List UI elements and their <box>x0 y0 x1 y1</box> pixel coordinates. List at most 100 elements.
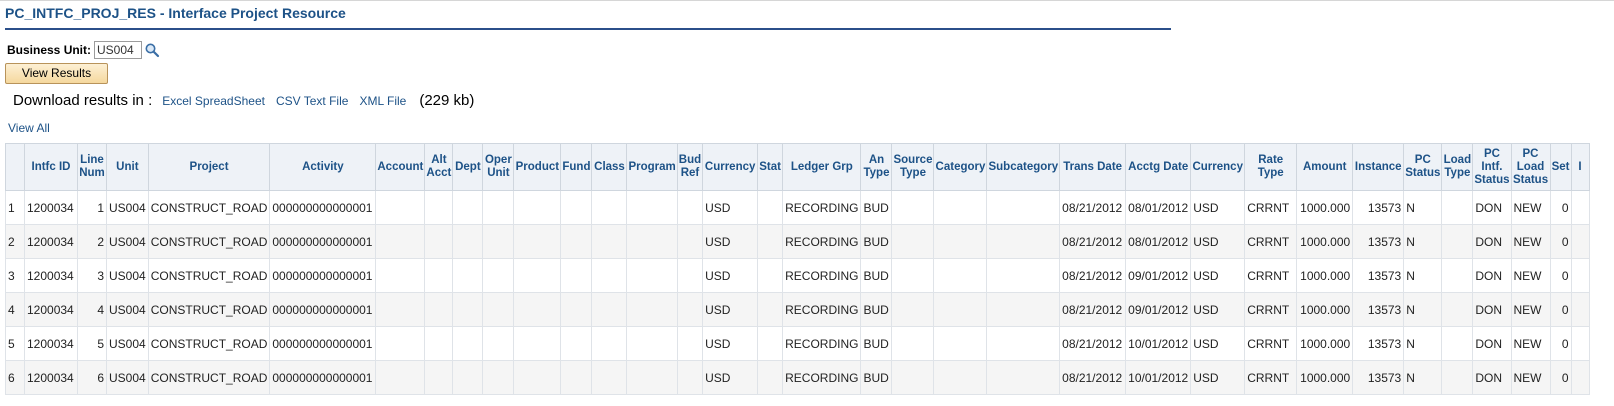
table-cell <box>452 190 484 225</box>
column-header: PC Status <box>1403 143 1443 191</box>
table-cell <box>482 360 515 395</box>
lookup-search-icon[interactable] <box>144 42 160 58</box>
table-cell: 1000.000 <box>1296 190 1354 225</box>
table-cell: 000000000000001 <box>269 292 377 327</box>
business-unit-input[interactable] <box>94 41 143 59</box>
table-cell: 1000.000 <box>1296 360 1354 395</box>
table-cell: 4 <box>77 292 107 327</box>
table-cell: 0 <box>1549 224 1572 259</box>
excel-download-link[interactable]: Excel SpreadSheet <box>162 94 265 108</box>
table-cell: N <box>1403 292 1443 327</box>
table-cell: 13573 <box>1352 190 1405 225</box>
table-cell <box>1441 360 1474 395</box>
table-cell <box>513 326 562 361</box>
column-header: Dept <box>452 143 484 191</box>
table-cell: 10/01/2012 <box>1125 360 1192 395</box>
table-cell: USD <box>702 258 759 293</box>
table-cell: 1 <box>5 190 25 225</box>
view-all-link[interactable]: View All <box>8 121 50 135</box>
table-cell: BUD <box>860 292 893 327</box>
table-cell: 13573 <box>1352 292 1405 327</box>
table-cell: 6 <box>5 360 25 395</box>
table-cell <box>560 360 593 395</box>
table-cell: CRRNT <box>1244 326 1298 361</box>
table-cell: USD <box>702 190 759 225</box>
column-header: PC Load Status <box>1510 143 1551 191</box>
table-cell: USD <box>702 326 759 361</box>
table-cell: 0 <box>1549 326 1572 361</box>
table-cell: CONSTRUCT_ROAD <box>147 190 271 225</box>
table-cell: 09/01/2012 <box>1125 258 1192 293</box>
table-cell: 10/01/2012 <box>1125 326 1192 361</box>
table-cell <box>424 224 454 259</box>
table-cell: BUD <box>860 224 893 259</box>
table-cell: 000000000000001 <box>269 224 377 259</box>
table-cell: DON <box>1472 224 1512 259</box>
column-header: Account <box>375 143 426 191</box>
table-cell <box>676 224 704 259</box>
table-cell: USD <box>1190 258 1246 293</box>
column-header: Class <box>591 143 628 191</box>
table-cell <box>560 326 593 361</box>
table-cell: 1200034 <box>24 258 78 293</box>
table-cell: 4 <box>5 292 25 327</box>
table-cell <box>891 326 935 361</box>
table-cell <box>676 360 704 395</box>
table-cell <box>626 360 678 395</box>
table-cell <box>676 326 704 361</box>
table-cell: NEW <box>1510 292 1551 327</box>
table-cell: N <box>1403 224 1443 259</box>
table-cell <box>1441 326 1474 361</box>
table-cell <box>560 292 593 327</box>
table-cell: 1200034 <box>24 190 78 225</box>
table-cell: USD <box>702 224 759 259</box>
table-cell <box>676 258 704 293</box>
table-cell: CRRNT <box>1244 258 1298 293</box>
table-cell <box>986 190 1061 225</box>
table-cell: CONSTRUCT_ROAD <box>147 326 271 361</box>
table-cell <box>1570 360 1590 395</box>
table-cell: 08/21/2012 <box>1059 190 1127 225</box>
table-cell: 08/21/2012 <box>1059 224 1127 259</box>
table-cell: 3 <box>5 258 25 293</box>
table-cell: CRRNT <box>1244 360 1298 395</box>
view-results-button[interactable]: View Results <box>5 63 108 84</box>
table-row: 5 1200034 5 US004 CONSTRUCT_ROAD 000000000000… <box>5 326 1590 361</box>
csv-download-link[interactable]: CSV Text File <box>276 94 348 108</box>
table-cell <box>891 292 935 327</box>
table-cell: 13573 <box>1352 326 1405 361</box>
column-header: Unit <box>106 143 149 191</box>
column-header: Acctg Date <box>1125 143 1192 191</box>
table-cell: 13573 <box>1352 360 1405 395</box>
table-cell: CRRNT <box>1244 190 1298 225</box>
table-cell <box>1441 190 1474 225</box>
column-header: Subcategory <box>986 143 1061 191</box>
table-row: 1 1200034 1 US004 CONSTRUCT_ROAD 000000000000… <box>5 190 1590 225</box>
table-cell: 08/01/2012 <box>1125 224 1192 259</box>
table-cell: 0 <box>1549 190 1572 225</box>
column-header: Source Type <box>891 143 935 191</box>
table-cell: BUD <box>860 360 893 395</box>
column-header: Oper Unit <box>482 143 515 191</box>
table-cell <box>891 224 935 259</box>
table-cell: RECORDING <box>782 292 862 327</box>
column-header: Intfc ID <box>24 143 78 191</box>
table-row: 4 1200034 4 US004 CONSTRUCT_ROAD 000000000000… <box>5 292 1590 327</box>
table-cell: 09/01/2012 <box>1125 292 1192 327</box>
table-cell <box>482 224 515 259</box>
table-cell <box>986 224 1061 259</box>
table-cell: US004 <box>106 258 149 293</box>
table-cell: NEW <box>1510 224 1551 259</box>
table-cell <box>1570 190 1590 225</box>
table-cell <box>986 326 1061 361</box>
column-header: Stat <box>757 143 784 191</box>
table-cell <box>933 224 988 259</box>
table-cell: N <box>1403 258 1443 293</box>
column-header: Rate Type <box>1244 143 1298 191</box>
table-cell <box>986 292 1061 327</box>
table-cell <box>626 326 678 361</box>
xml-download-link[interactable]: XML File <box>359 94 406 108</box>
column-header: Activity <box>269 143 377 191</box>
table-cell <box>482 292 515 327</box>
title-divider <box>5 28 1171 30</box>
